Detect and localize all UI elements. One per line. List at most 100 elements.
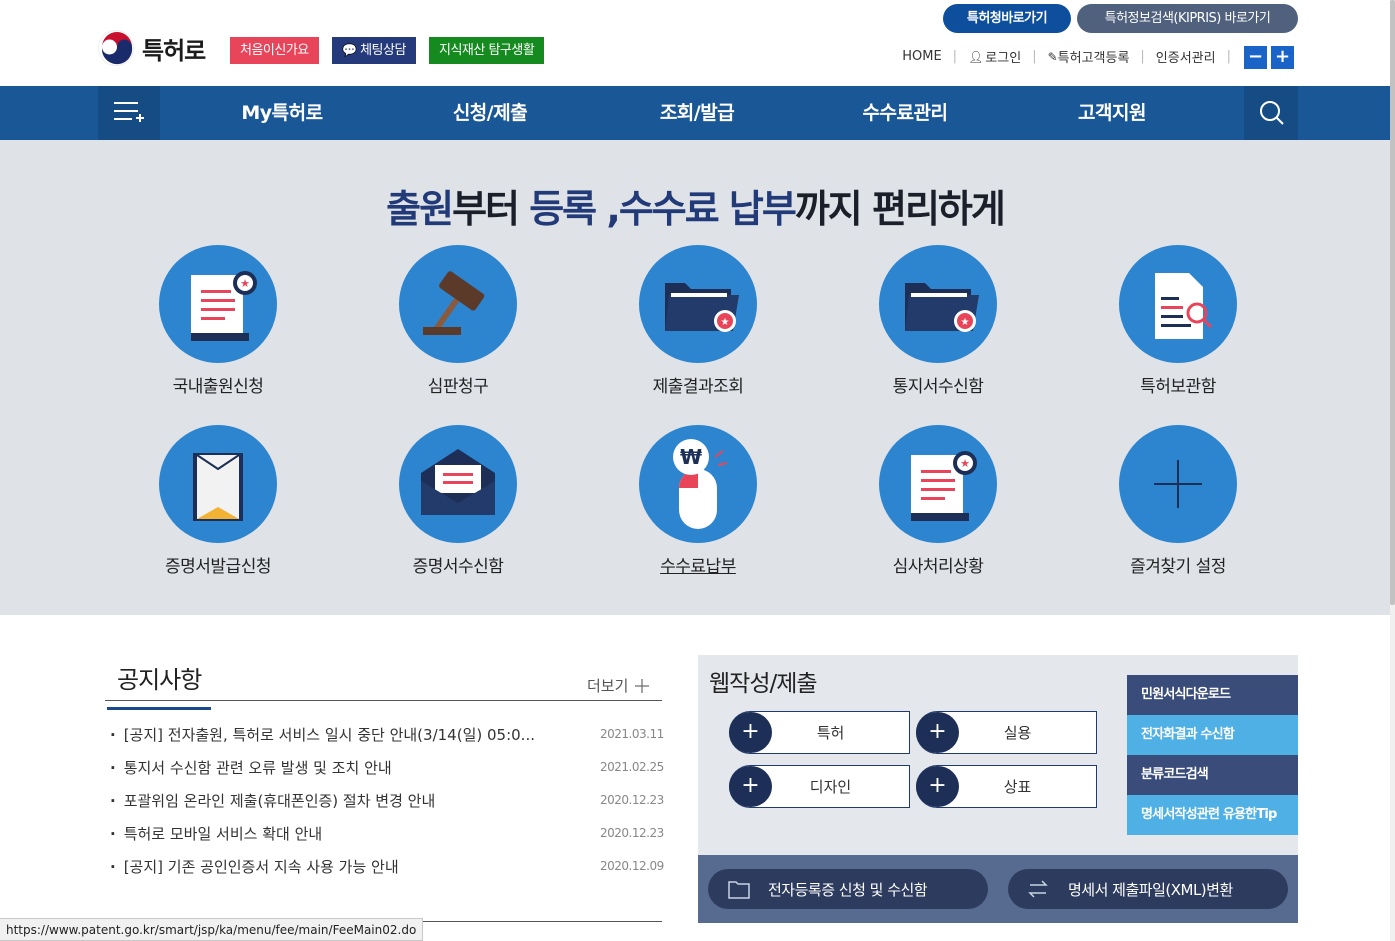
service-label: 즐겨찾기 설정 [1130, 557, 1226, 577]
service-favorites-setting[interactable]: 즐겨찾기 설정 [1088, 425, 1268, 577]
web-submit-label: 디자인 [809, 778, 852, 796]
chat-consult-label: 체팅상담 [360, 43, 406, 58]
plus-icon: + [729, 766, 772, 807]
scrollbar-thumb[interactable] [1390, 0, 1395, 605]
nav-inquiry-issue[interactable]: 조회/발급 [627, 86, 767, 140]
service-label: 특허보관함 [1140, 377, 1216, 397]
notice-item-title[interactable]: [공지] 기존 공인인증서 지속 사용 가능 안내 [110, 856, 600, 877]
customer-register-link[interactable]: 특허고객등록 [1058, 47, 1130, 66]
status-bar-url: https://www.patent.go.kr/smart/jsp/ka/me… [0, 918, 424, 941]
menu-icon [114, 102, 144, 122]
notice-more-link[interactable]: 더보기 [587, 675, 650, 696]
service-patent-storage[interactable]: 특허보관함 [1088, 245, 1268, 397]
utility-links: HOME | 👤︎ 로그인 | ✎ 특허고객등록 | 인증서관리 | [902, 47, 1242, 66]
notice-item-title[interactable]: 특허로 모바일 서비스 확대 안내 [110, 823, 600, 844]
service-label: 통지서수신함 [892, 377, 984, 397]
gavel-icon [399, 245, 517, 363]
document-search-icon [1119, 245, 1237, 363]
user-icon: 👤︎ [968, 49, 984, 64]
hero-title: 출원부터 등록 ,수수료 납부까지 편리하게 [0, 178, 1390, 233]
first-visit-button[interactable]: 처음이신가요 [230, 37, 319, 64]
notice-item-date: 2020.12.23 [600, 793, 664, 807]
login-link[interactable]: 로그인 [985, 47, 1021, 66]
divider: | [1140, 49, 1145, 64]
search-button[interactable] [1244, 86, 1298, 140]
svg-text:★: ★ [721, 317, 730, 328]
plus-icon: + [729, 712, 772, 753]
web-submit-label: 실용 [1003, 724, 1032, 742]
service-submission-result[interactable]: ★ 제출결과조회 [608, 245, 788, 397]
divider: | [1226, 49, 1231, 64]
page: 특허로 처음이신가요 💬 체팅상담 지식재산 탐구생활 특허청바로가기 특허정보… [0, 0, 1395, 941]
ip-explore-button[interactable]: 지식재산 탐구생활 [429, 37, 545, 64]
web-submit-label: 상표 [1003, 778, 1032, 796]
service-trial-request[interactable]: 심판청구 [368, 245, 548, 397]
notice-item-title[interactable]: 포괄위임 온라인 제출(휴대폰인증) 절차 변경 안내 [110, 790, 600, 811]
spec-writing-tip-link[interactable]: 명세서작성관련 유용한Tip [1127, 795, 1298, 835]
service-label: 국내출원신청 [172, 377, 264, 397]
main-nav: My특허로 신청/제출 조회/발급 수수료관리 고객지원 [0, 86, 1395, 140]
notice-item[interactable]: [공지] 전자출원, 특허로 서비스 일시 중단 안내(3/14(일) 05:0… [110, 724, 665, 757]
nav-customer-support[interactable]: 고객지원 [1042, 86, 1182, 140]
nav-my-patentro[interactable]: My특허로 [212, 86, 352, 140]
hero-title-part: 부터 [452, 187, 530, 231]
zoom-out-button[interactable]: − [1244, 46, 1267, 69]
all-menu-button[interactable] [98, 86, 160, 140]
notice-item[interactable]: 포괄위임 온라인 제출(휴대폰인증) 절차 변경 안내2020.12.23 [110, 790, 665, 823]
xml-convert-button[interactable]: 명세서 제출파일(XML)변환 [1008, 869, 1288, 909]
logo-text: 특허로 [142, 36, 206, 65]
digitization-result-link[interactable]: 전자화결과 수신함 [1127, 715, 1298, 755]
service-notice-inbox[interactable]: ★ 통지서수신함 [848, 245, 1028, 397]
hero-title-part: 까지 편리하게 [794, 187, 1006, 231]
nav-fee-manage[interactable]: 수수료관리 [835, 86, 975, 140]
kipris-link-button[interactable]: 특허정보검색(KIPRIS) 바로가기 [1077, 4, 1298, 33]
chat-consult-button[interactable]: 💬 체팅상담 [332, 37, 416, 64]
service-certificate-inbox[interactable]: 증명서수신함 [368, 425, 548, 577]
folder-notice-icon: ★ [879, 245, 997, 363]
header: 특허로 처음이신가요 💬 체팅상담 지식재산 탐구생활 특허청바로가기 특허정보… [0, 0, 1395, 86]
svg-text:₩: ₩ [680, 445, 702, 469]
home-link[interactable]: HOME [902, 49, 941, 64]
web-submit-patent-button[interactable]: + 특허 [729, 711, 910, 754]
notice-item[interactable]: 특허로 모바일 서비스 확대 안내2020.12.23 [110, 823, 665, 856]
zoom-in-button[interactable]: + [1271, 46, 1294, 69]
service-label: 제출결과조회 [652, 377, 744, 397]
review-document-icon: ★ [879, 425, 997, 543]
notice-item-title[interactable]: 통지서 수신함 관련 오류 발생 및 조치 안내 [110, 757, 600, 778]
service-label: 심판청구 [427, 377, 489, 397]
form-download-link[interactable]: 민원서식다운로드 [1127, 675, 1298, 715]
service-label: 증명서수신함 [412, 557, 504, 577]
classification-code-search-link[interactable]: 분류코드검색 [1127, 755, 1298, 795]
service-certificate-issue[interactable]: 증명서발급신청 [128, 425, 308, 577]
certificate-envelope-icon [159, 425, 277, 543]
notice-list: [공지] 전자출원, 특허로 서비스 일시 중단 안내(3/14(일) 05:0… [110, 724, 665, 889]
divider: | [952, 49, 958, 64]
logo[interactable]: 특허로 [98, 30, 206, 66]
mail-envelope-icon [399, 425, 517, 543]
web-submit-design-button[interactable]: + 디자인 [729, 765, 910, 808]
notice-item[interactable]: [공지] 기존 공인인증서 지속 사용 가능 안내2020.12.09 [110, 856, 665, 889]
service-fee-payment[interactable]: ₩ 수수료납부 [608, 425, 788, 577]
service-review-status[interactable]: ★ 심사처리상황 [848, 425, 1028, 577]
e-registration-label: 전자등록증 신청 및 수신함 [768, 880, 928, 899]
plus-icon: + [916, 712, 959, 753]
notice-item-date: 2021.02.25 [600, 760, 664, 774]
chat-icon: 💬 [342, 43, 357, 57]
scrollbar[interactable] [1390, 0, 1395, 941]
notice-title: 공지사항 [107, 660, 212, 710]
plus-icon: + [916, 766, 959, 807]
kipo-link-button[interactable]: 특허청바로가기 [943, 4, 1071, 33]
notice-item[interactable]: 통지서 수신함 관련 오류 발생 및 조치 안내2021.02.25 [110, 757, 665, 790]
folder-icon [728, 881, 750, 899]
svg-text:★: ★ [240, 277, 250, 290]
notice-item-title[interactable]: [공지] 전자출원, 특허로 서비스 일시 중단 안내(3/14(일) 05:0… [110, 724, 600, 745]
e-registration-button[interactable]: 전자등록증 신청 및 수신함 [708, 869, 988, 909]
service-domestic-application[interactable]: ★ 국내출원신청 [128, 245, 308, 397]
hero-title-part: 출원 [386, 187, 454, 231]
certificate-manage-link[interactable]: 인증서관리 [1156, 47, 1216, 66]
divider [105, 700, 662, 701]
web-submit-utility-button[interactable]: + 실용 [916, 711, 1097, 754]
web-submit-trademark-button[interactable]: + 상표 [916, 765, 1097, 808]
notice-item-date: 2021.03.11 [600, 727, 664, 741]
nav-apply-submit[interactable]: 신청/제출 [420, 86, 560, 140]
